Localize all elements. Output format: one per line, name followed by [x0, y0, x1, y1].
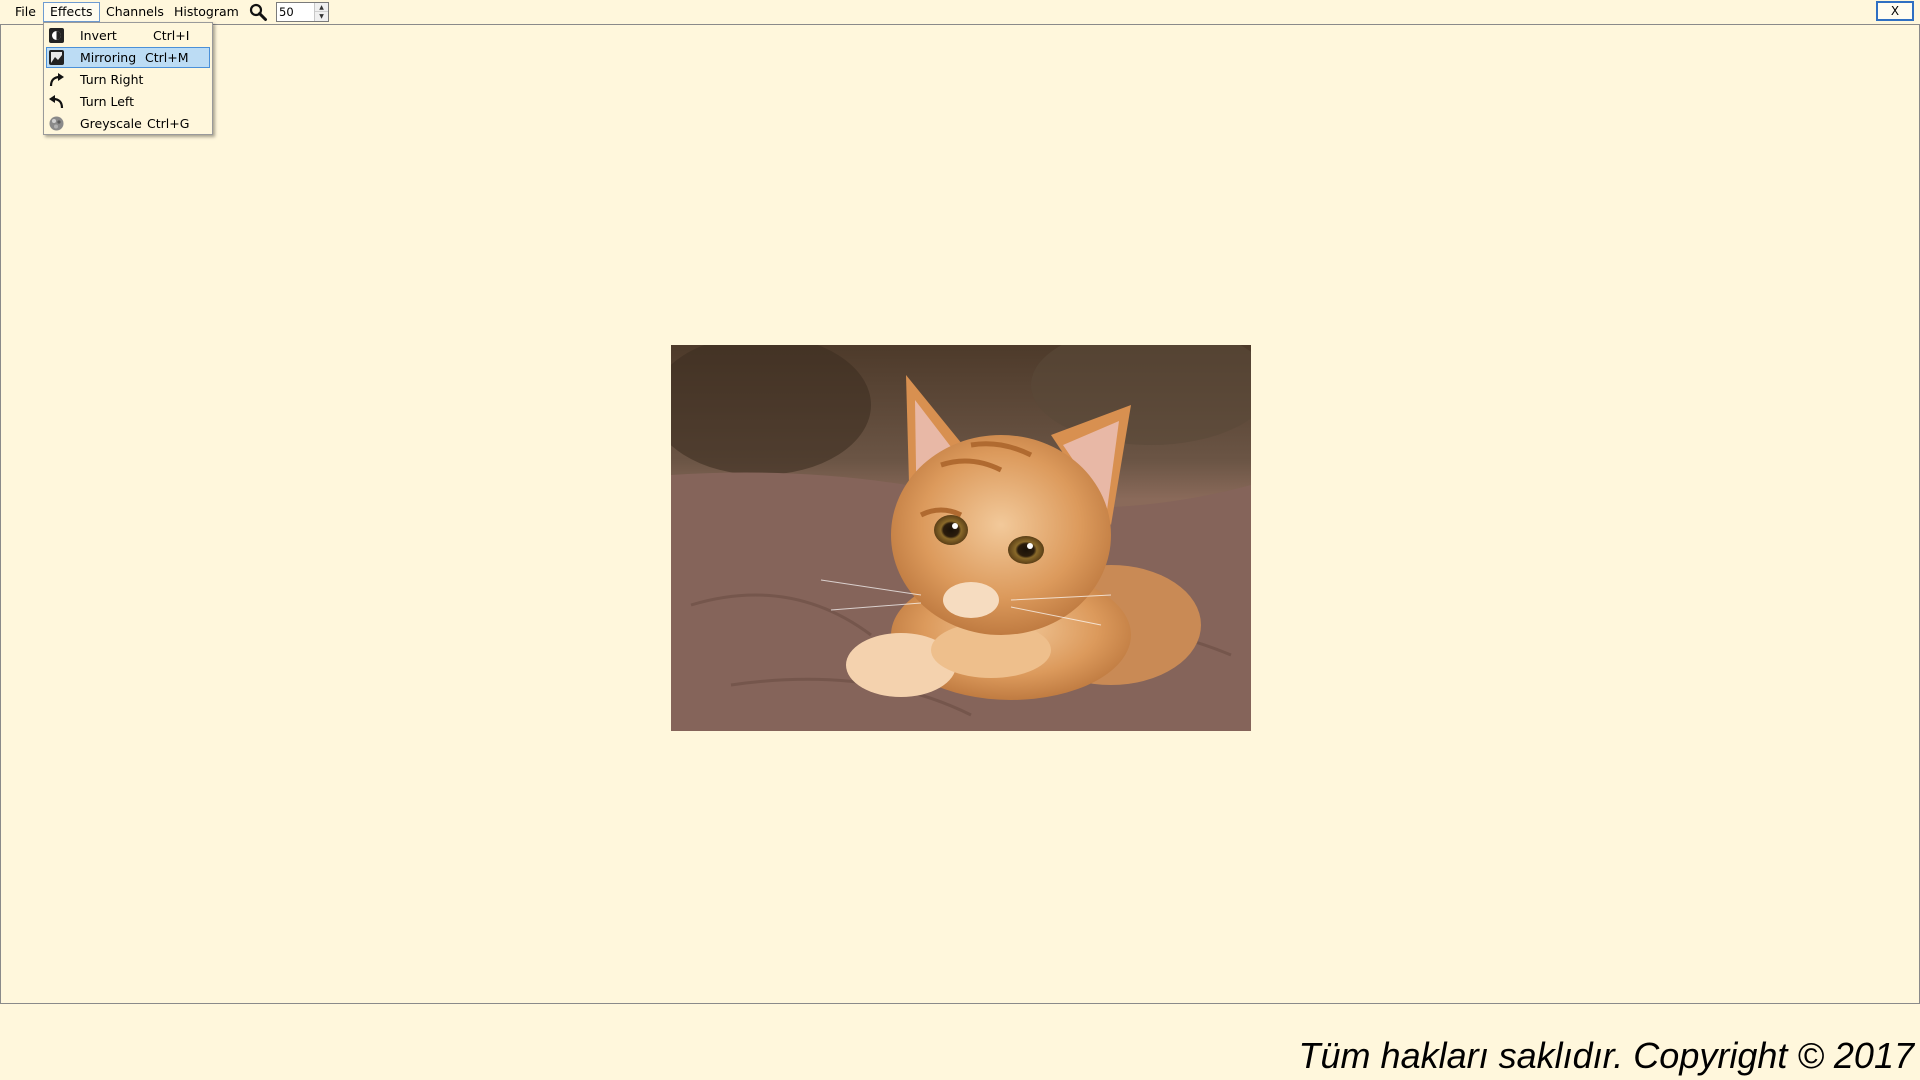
zoom-input[interactable]: [277, 3, 315, 21]
menu-channels[interactable]: Channels: [100, 2, 170, 22]
menu-item-shortcut: Ctrl+M: [145, 50, 189, 65]
magnifier-icon: [248, 2, 268, 22]
menu-item-invert[interactable]: Invert Ctrl+I: [46, 25, 210, 46]
zoom-spin-buttons: ▲ ▼: [314, 3, 328, 21]
zoom-up-arrow-icon[interactable]: ▲: [315, 3, 328, 12]
turn-left-icon: [48, 93, 65, 110]
zoom-stepper[interactable]: ▲ ▼: [276, 2, 329, 22]
menu-item-label: Greyscale: [80, 116, 142, 131]
menu-item-mirroring[interactable]: Mirroring Ctrl+M: [46, 47, 210, 68]
invert-icon: [48, 27, 65, 44]
menu-histogram[interactable]: Histogram: [168, 2, 245, 22]
mirror-icon: [48, 49, 65, 66]
kitten-photo: [671, 345, 1251, 731]
menu-item-shortcut: Ctrl+I: [153, 28, 190, 43]
image-canvas: [0, 24, 1920, 1004]
menu-bar: File Effects Channels Histogram ▲ ▼ X: [0, 0, 1920, 24]
menu-item-label: Mirroring: [80, 50, 137, 65]
menu-item-turn-right[interactable]: Turn Right: [46, 69, 210, 90]
greyscale-icon: [48, 115, 65, 132]
effects-dropdown-menu: Invert Ctrl+I Mirroring Ctrl+M Turn Righ…: [43, 22, 213, 135]
menu-item-label: Turn Right: [80, 72, 144, 87]
zoom-down-arrow-icon[interactable]: ▼: [315, 12, 328, 21]
menu-item-turn-left[interactable]: Turn Left: [46, 91, 210, 112]
close-button[interactable]: X: [1876, 1, 1914, 21]
menu-item-label: Turn Left: [80, 94, 134, 109]
menu-item-shortcut: Ctrl+G: [147, 116, 190, 131]
menu-item-label: Invert: [80, 28, 117, 43]
menu-item-greyscale[interactable]: Greyscale Ctrl+G: [46, 113, 210, 134]
copyright-footer: Tüm hakları saklıdır. Copyright © 2017: [1298, 1035, 1914, 1076]
menu-effects[interactable]: Effects: [43, 2, 100, 22]
turn-right-icon: [48, 71, 65, 88]
menu-file[interactable]: File: [9, 2, 42, 22]
